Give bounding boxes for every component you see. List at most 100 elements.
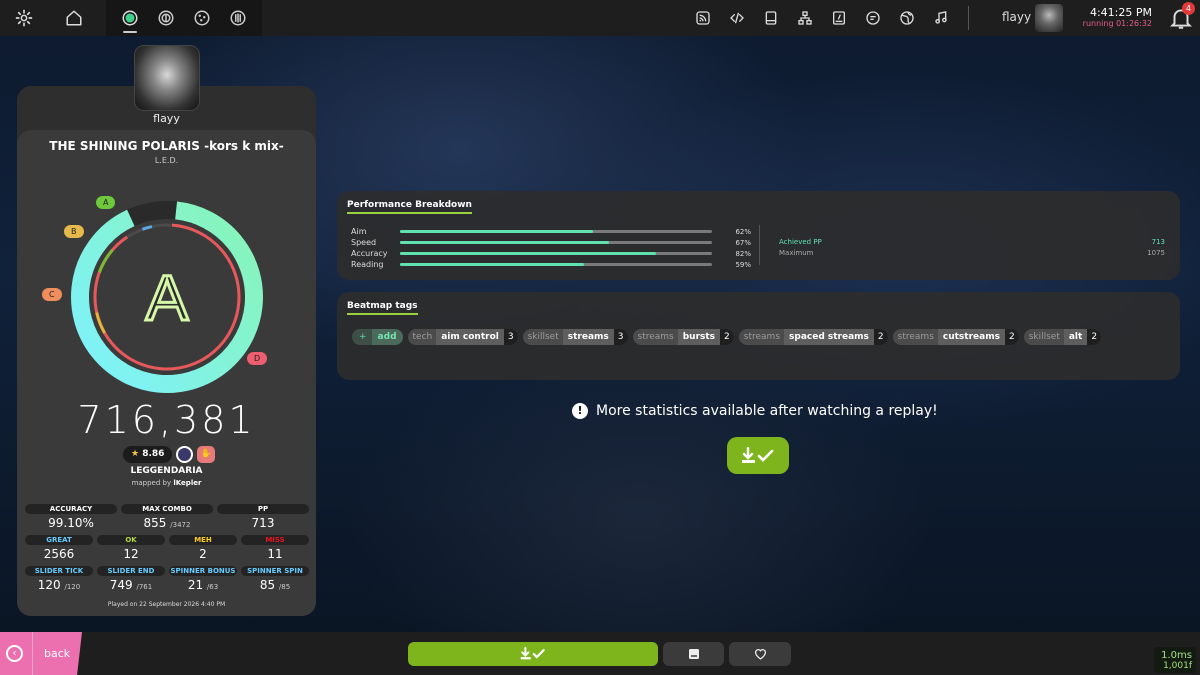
home-button[interactable] (48, 0, 100, 36)
add-tag-button[interactable]: + add (352, 329, 403, 345)
mania-mode-icon (230, 10, 246, 26)
stat-value: 85 /85 (241, 576, 309, 594)
stat-value-main: 120 (37, 578, 61, 592)
top-toolbar: flayy 4:41:25 PM running 01:26:32 4 (0, 0, 1200, 36)
toolbar-right-group (686, 0, 958, 36)
frame-rate: 1,001f (1163, 661, 1192, 671)
rank-marker-d: D (247, 352, 268, 365)
stat-value-main: 21 (187, 578, 204, 592)
stat-label: ACCURACY (25, 504, 117, 514)
played-on: Played on 22 September 2026 4:40 PM (107, 601, 226, 608)
stat-cell: MEH 2 (169, 535, 237, 563)
stat-value: 21 /63 (169, 576, 237, 594)
star-rating-badge[interactable]: ★ 8.86 (123, 446, 173, 463)
tag-name: cutstreams (937, 329, 1005, 345)
mapper-line: mapped by lKepler (17, 479, 316, 487)
user-avatar[interactable] (1035, 4, 1063, 32)
mania-mode-button[interactable] (220, 0, 256, 36)
clock[interactable]: 4:41:25 PM running 01:26:32 (1082, 6, 1152, 28)
user-name[interactable]: flayy (1002, 10, 1031, 24)
stat-value: 855 /3472 (121, 514, 213, 532)
news-button[interactable] (686, 0, 720, 36)
stat-cell: SLIDER TICK 120 /120 (25, 566, 93, 594)
rankings-button[interactable] (788, 0, 822, 36)
accuracy-ring: A (60, 190, 274, 404)
home-icon (66, 10, 82, 26)
ruleset-mod-icon[interactable] (176, 446, 194, 463)
favourite-button[interactable] (729, 642, 791, 666)
tag-category: streams (743, 332, 781, 342)
book-icon (765, 11, 777, 25)
stat-label: MISS (241, 535, 309, 545)
changelog-button[interactable] (720, 0, 754, 36)
stat-value-main: 2 (199, 547, 207, 561)
clock-time: 4:41:25 PM (1089, 6, 1152, 19)
stats-row: ACCURACY 99.10% MAX COMBO 855 /3472 PP 713 (25, 504, 309, 532)
now-playing-button[interactable] (924, 0, 958, 36)
catch-mode-button[interactable] (184, 0, 220, 36)
stat-cell: MISS 11 (241, 535, 309, 563)
accuracy-ring-graphic: A (71, 201, 263, 393)
perf-bar-fill (400, 230, 594, 233)
tag-count: 3 (613, 329, 628, 345)
beatmap-tags-title: Beatmap tags (347, 301, 418, 315)
tag-name: spaced streams (784, 329, 874, 345)
stats-row: SLIDER TICK 120 /120 SLIDER END 749 /761 SPI… (25, 566, 309, 594)
tag-count: 3 (503, 329, 518, 345)
perf-percent: 59% (735, 260, 751, 269)
download-check-icon (742, 446, 774, 463)
download-check-icon (520, 647, 545, 660)
taiko-mode-button[interactable] (148, 0, 184, 36)
stat-label: MAX COMBO (121, 504, 213, 514)
tag-chip[interactable]: tech aim control 3 (407, 329, 518, 345)
performance-breakdown-card: Performance Breakdown Aim 62% Speed 67% Accu… (337, 191, 1180, 280)
replay-notice: ! More statistics available after watchi… (572, 403, 938, 419)
globe-icon (900, 11, 914, 25)
stat-value-main: 749 (109, 578, 133, 592)
player-name[interactable]: flayy (17, 112, 316, 125)
chat-button[interactable] (856, 0, 890, 36)
download-button[interactable] (408, 642, 658, 666)
beatmap-info-button[interactable] (663, 642, 724, 666)
tag-category: tech (412, 332, 433, 342)
toolbar-divider (968, 6, 969, 30)
tag-chip[interactable]: streams bursts 2 (632, 329, 734, 345)
star-rating-value: 8.86 (142, 449, 165, 459)
wiki-button[interactable] (754, 0, 788, 36)
beatmap-listing-button[interactable] (822, 0, 856, 36)
tag-name: alt (1063, 329, 1088, 345)
dashboard-button[interactable] (890, 0, 924, 36)
download-replay-button[interactable] (727, 437, 789, 474)
difficulty-name: LEGGENDARIA (130, 466, 203, 476)
stat-label: SLIDER TICK (25, 566, 93, 576)
tag-name: streams (562, 329, 614, 345)
settings-button[interactable] (0, 0, 48, 36)
mapper-name[interactable]: lKepler (173, 479, 201, 487)
stat-cell: MAX COMBO 855 /3472 (121, 504, 213, 532)
tag-chip[interactable]: skillset streams 3 (522, 329, 628, 345)
stat-label: SPINNER SPIN (241, 566, 309, 576)
chat-icon (866, 11, 880, 25)
stats-grid: ACCURACY 99.10% MAX COMBO 855 /3472 PP 713 GRE… (25, 504, 309, 597)
tag-count: 2 (873, 329, 888, 345)
player-avatar[interactable] (134, 45, 200, 111)
stat-label: PP (217, 504, 309, 514)
clock-running: running 01:26:32 (1082, 19, 1152, 28)
back-button[interactable]: ‹ back (0, 632, 82, 675)
perf-bar-fill (400, 252, 656, 255)
notification-badge: 4 (1182, 2, 1195, 15)
performance-breakdown-title: Performance Breakdown (347, 200, 472, 214)
tag-chip[interactable]: streams cutstreams 2 (892, 329, 1019, 345)
back-divider (32, 632, 33, 675)
sitemap-icon (798, 11, 812, 25)
tag-chip[interactable]: skillset alt 2 (1023, 329, 1102, 345)
stat-cell: GREAT 2566 (25, 535, 93, 563)
tag-chip[interactable]: streams spaced streams 2 (738, 329, 888, 345)
hand-mod-icon[interactable]: ✋ (197, 446, 216, 463)
beatmap-tags-card: Beatmap tags + add tech aim control 3 skill… (337, 292, 1180, 380)
stat-cell: ACCURACY 99.10% (25, 504, 117, 532)
stat-value-main: 11 (267, 547, 283, 561)
stat-value-total: /3472 (170, 521, 191, 529)
osu-mode-button[interactable] (112, 0, 148, 36)
perf-row-aim: Aim 62% (351, 226, 751, 237)
